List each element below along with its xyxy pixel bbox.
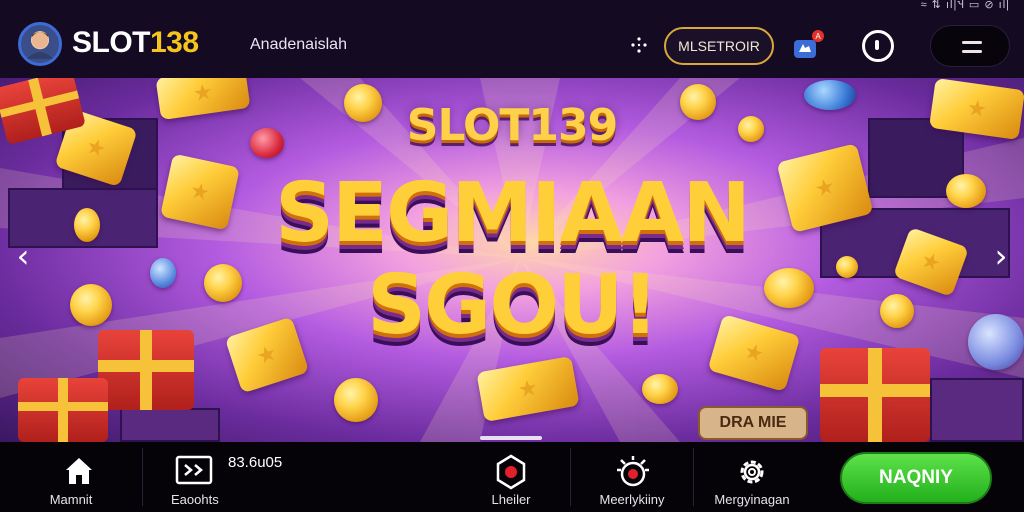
gold-coin bbox=[334, 378, 378, 422]
svg-text:A: A bbox=[815, 32, 821, 41]
nav-item-home[interactable]: Mamnit bbox=[0, 442, 142, 512]
top-header: ≈ ⇅ ıl|Ⴣ ▭ ⊘ ıl| SLOT138 Anadenaislah ML… bbox=[0, 0, 1024, 78]
table-decoration bbox=[930, 378, 1024, 442]
nav-label: Meerlykiiny bbox=[599, 492, 665, 507]
header-nav-link[interactable]: Anadenaislah bbox=[250, 36, 347, 54]
carousel-next-arrow-icon[interactable]: › bbox=[988, 240, 1014, 274]
gear-icon bbox=[740, 460, 764, 484]
apps-glyph-icon: A bbox=[794, 30, 824, 58]
carousel-prev-arrow-icon[interactable]: ‹ bbox=[10, 240, 36, 274]
banner-subtitle: SLOT139 bbox=[406, 100, 618, 151]
status-bar: ≈ ⇅ ıl|Ⴣ ▭ ⊘ ıl| bbox=[920, 0, 1010, 11]
brand-number: 138 bbox=[150, 26, 199, 59]
banner-headline-line2: SGOU! bbox=[366, 258, 659, 353]
gift-box bbox=[18, 378, 108, 442]
gold-coin bbox=[642, 374, 678, 404]
avatar[interactable] bbox=[18, 22, 62, 66]
apps-notification-icon[interactable]: A bbox=[792, 28, 826, 62]
clock-icon[interactable] bbox=[862, 30, 894, 62]
brand-prefix: SLOT bbox=[72, 26, 151, 59]
banner-headline: SEGMIAAN SGOU! bbox=[0, 168, 1024, 352]
nav-label: Mergyinagan bbox=[714, 492, 790, 507]
promo-button[interactable]: MLSETROIR bbox=[664, 27, 774, 65]
nav-item-terminal[interactable]: Eaoohts bbox=[143, 442, 283, 512]
terminal-icon bbox=[175, 455, 213, 485]
balance-value: 83.6u05 bbox=[228, 454, 283, 471]
menu-line bbox=[962, 41, 982, 44]
alarm-icon bbox=[617, 456, 649, 487]
brand-logo[interactable]: SLOT138 bbox=[72, 26, 199, 60]
primary-cta-button[interactable]: NAQNIY bbox=[840, 452, 992, 504]
nav-label: Lheiler bbox=[491, 492, 531, 507]
menu-line bbox=[962, 50, 982, 53]
promo-banner[interactable]: SLOT139 SEGMIAAN SGOU! DRA MIE ‹ › bbox=[0, 78, 1024, 442]
nav-item-live[interactable]: Lheiler bbox=[452, 442, 570, 512]
avatar-portrait-icon bbox=[27, 32, 53, 59]
nav-label: Eaoohts bbox=[171, 492, 219, 507]
home-icon bbox=[66, 458, 92, 484]
banner-sign[interactable]: DRA MIE bbox=[698, 406, 808, 440]
record-icon bbox=[496, 454, 526, 490]
gift-box bbox=[820, 348, 930, 442]
nav-item-settings[interactable]: Mergyinagan bbox=[694, 442, 810, 512]
nav-item-alarm[interactable]: Meerlykiiny bbox=[571, 442, 693, 512]
carousel-indicator[interactable] bbox=[480, 436, 542, 440]
menu-button[interactable] bbox=[930, 25, 1010, 67]
nav-label: Mamnit bbox=[49, 492, 93, 507]
banner-headline-line1: SEGMIAAN bbox=[274, 166, 751, 261]
table-decoration bbox=[120, 408, 220, 442]
sparkle-glyph-icon bbox=[631, 37, 647, 53]
sparkle-icon[interactable] bbox=[630, 36, 648, 54]
